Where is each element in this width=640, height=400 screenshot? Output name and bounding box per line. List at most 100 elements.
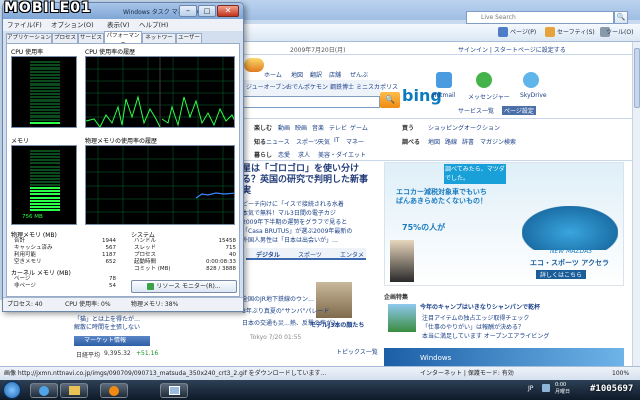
nav-map[interactable]: 地図 xyxy=(291,70,303,79)
language-indicator[interactable]: JP xyxy=(528,385,533,392)
ad-pct[interactable]: 75%の人が xyxy=(402,222,445,233)
taskbar-taskmgr-button[interactable] xyxy=(160,383,188,398)
tab-sports[interactable]: スポーツ xyxy=(298,250,322,259)
resource-monitor-label: リソース モニター(R)... xyxy=(156,283,221,290)
maximize-button[interactable]: □ xyxy=(198,5,216,17)
page-settings-button[interactable]: ページ設定 xyxy=(502,106,536,115)
cat-weather[interactable]: 天気 xyxy=(318,137,330,146)
windows-label[interactable]: Windows xyxy=(420,354,451,362)
menu-file[interactable]: ファイル(F) xyxy=(7,19,42,31)
menu-view[interactable]: 表示(V) xyxy=(107,19,130,31)
ad-copy2[interactable]: エコカー減税対象車でもいちばんあきらめたくないもの！ xyxy=(396,188,492,216)
tab-network[interactable]: ネットワーク xyxy=(142,33,176,50)
cat-video[interactable]: 動画 xyxy=(278,123,290,132)
news-mid-3[interactable]: 日本の交通も災…熱、反撃の声が2… xyxy=(242,318,342,327)
resource-monitor-button[interactable]: リソース モニター(R)... xyxy=(131,280,237,293)
cat-jobs[interactable]: 求人 xyxy=(298,150,310,159)
minimize-button[interactable]: – xyxy=(179,5,197,17)
tab-users[interactable]: ユーザー xyxy=(176,33,202,43)
hotmail-icon[interactable] xyxy=(436,72,452,88)
cat-sports[interactable]: スポーツ xyxy=(296,137,320,146)
messenger-icon[interactable] xyxy=(476,72,492,88)
cat-shopping[interactable]: ショッピング xyxy=(428,123,464,132)
news-item[interactable]: 本気で無料！マル3日間の電子カジ xyxy=(242,209,376,218)
cat-dict[interactable]: 辞書 xyxy=(462,137,474,146)
taskbar-explorer-button[interactable] xyxy=(60,383,88,398)
cat-auction[interactable]: オークション xyxy=(464,123,500,132)
signin-link[interactable]: サインイン | スタートページに設定する xyxy=(458,45,566,54)
cat-route[interactable]: 路線 xyxy=(445,137,457,146)
taskbar-media-button[interactable] xyxy=(100,383,128,398)
cat-money[interactable]: マネー xyxy=(346,137,364,146)
tab-applications[interactable]: アプリケーション xyxy=(6,33,52,43)
skydrive-icon[interactable] xyxy=(523,72,539,88)
news-mid-2[interactable]: 8年ぶり真夏の"サンバ"パレード xyxy=(242,306,329,315)
tab-services[interactable]: サービス xyxy=(78,33,104,43)
headline[interactable]: 星は「ゴロゴロ」を使い分ける？英国の研究で判明した新事実 xyxy=(242,164,376,197)
service-list-link[interactable]: サービス一覧 xyxy=(458,106,494,115)
search-tab-1[interactable]: ジューオーブン xyxy=(246,82,287,91)
news-item[interactable]: ビーチ向けに「イスで接続される水着 xyxy=(242,200,376,209)
ad-copy1[interactable]: 調べてみたら、マツダでした。 xyxy=(444,164,506,184)
cat-tv[interactable]: テレビ xyxy=(329,123,347,132)
menu-options[interactable]: オプション(O) xyxy=(51,19,94,31)
news-item[interactable]: 外国人男性は「日本は出会いが」… xyxy=(242,236,376,245)
search-icon[interactable]: 🔍 xyxy=(380,92,400,108)
special-item[interactable]: 注目アイテムの独占エッジ取得チェック xyxy=(422,313,529,322)
special-headline[interactable]: 今年のキャンプはいきなりシャンパンで乾杯 xyxy=(420,302,540,311)
network-icon[interactable] xyxy=(542,384,550,392)
search-tab-5[interactable]: ミニスカポリス xyxy=(356,82,398,91)
nav-all[interactable]: ぜんぶ xyxy=(350,70,368,79)
ad-more-button[interactable]: 詳しくはこちら xyxy=(536,270,587,279)
vertical-scrollbar[interactable] xyxy=(632,42,640,366)
scroll-thumb[interactable] xyxy=(634,48,640,108)
nav-shops[interactable]: 店舗 xyxy=(329,70,341,79)
tab-performance[interactable]: パフォーマンス xyxy=(104,31,142,48)
special-item[interactable]: 「仕事のやりがい」は報酬が決める？ xyxy=(422,322,524,331)
taskbar-ie-button[interactable] xyxy=(30,383,58,398)
cat-love[interactable]: 恋愛 xyxy=(278,150,290,159)
skydrive-label[interactable]: SkyDrive xyxy=(520,92,547,99)
news-left-2[interactable]: 解散に時間を主張しない xyxy=(74,322,140,331)
cat-music[interactable]: 音楽 xyxy=(312,123,324,132)
cat-map[interactable]: 地図 xyxy=(428,137,440,146)
news-item[interactable]: 2009年下半期の運勢をグラフで見ると xyxy=(242,218,376,227)
task-manager-window[interactable]: Windows タスク マネージャ – □ ✕ ファイル(F) オプション(O)… xyxy=(2,2,244,312)
nav-translate[interactable]: 翻訳 xyxy=(310,70,322,79)
search-input[interactable]: Live Search xyxy=(466,11,614,24)
cat-it[interactable]: IT xyxy=(334,137,339,144)
messenger-label[interactable]: メッセンジャー xyxy=(468,92,510,101)
page-menu[interactable]: ページ(P) xyxy=(510,27,536,36)
start-button[interactable] xyxy=(3,381,21,399)
search-tab-2[interactable]: おでん xyxy=(286,82,304,91)
menu-help[interactable]: ヘルプ(H) xyxy=(139,19,168,31)
ad-model[interactable]: NEW MAZDA3 xyxy=(550,248,592,255)
topics-link[interactable]: トピックス一覧 xyxy=(336,347,378,356)
news-item[interactable]: 「Casa BRUTUS」が選ぶ2009年最新の xyxy=(242,227,376,236)
market-header[interactable]: マーケット情報 xyxy=(74,336,150,346)
cat-beauty[interactable]: 美容・ダイエット xyxy=(318,150,366,159)
tools-menu[interactable]: ツール(O) xyxy=(606,27,633,36)
cat-news[interactable]: ニュース xyxy=(266,137,290,146)
tab-digital[interactable]: デジタル xyxy=(256,250,280,259)
zoom-level[interactable]: 100% xyxy=(612,367,629,380)
special-image[interactable] xyxy=(388,304,416,332)
cat-magazine[interactable]: マガジン検索 xyxy=(480,137,516,146)
ad-brand[interactable]: エコ・スポーツ アクセラ xyxy=(530,258,609,268)
hotmail-label[interactable]: Hotmail xyxy=(432,92,455,99)
tab-processes[interactable]: プロセス xyxy=(52,33,78,43)
special-item[interactable]: 本当に満足しています オープンエアライビング xyxy=(422,331,549,340)
search-icon[interactable]: 🔍 xyxy=(614,11,628,24)
cat-movie[interactable]: 映画 xyxy=(295,123,307,132)
news-mid-1[interactable]: 全国のJR地下鉄線のウン… xyxy=(242,294,314,303)
close-button[interactable]: ✕ xyxy=(217,5,239,17)
cat-game[interactable]: ゲーム xyxy=(350,123,368,132)
search-tab-4[interactable]: 鋼鉄博士 xyxy=(330,82,354,91)
safety-menu[interactable]: セーフティ(S) xyxy=(557,27,595,36)
search-tab-3[interactable]: ポケモン xyxy=(304,82,328,91)
nav-home[interactable]: ホーム xyxy=(264,70,282,79)
clock[interactable]: 0:00 月曜日 xyxy=(555,382,570,396)
tab-entame[interactable]: エンタメ xyxy=(340,250,364,259)
msn-search-input[interactable] xyxy=(240,96,380,108)
car-image[interactable] xyxy=(522,206,618,250)
